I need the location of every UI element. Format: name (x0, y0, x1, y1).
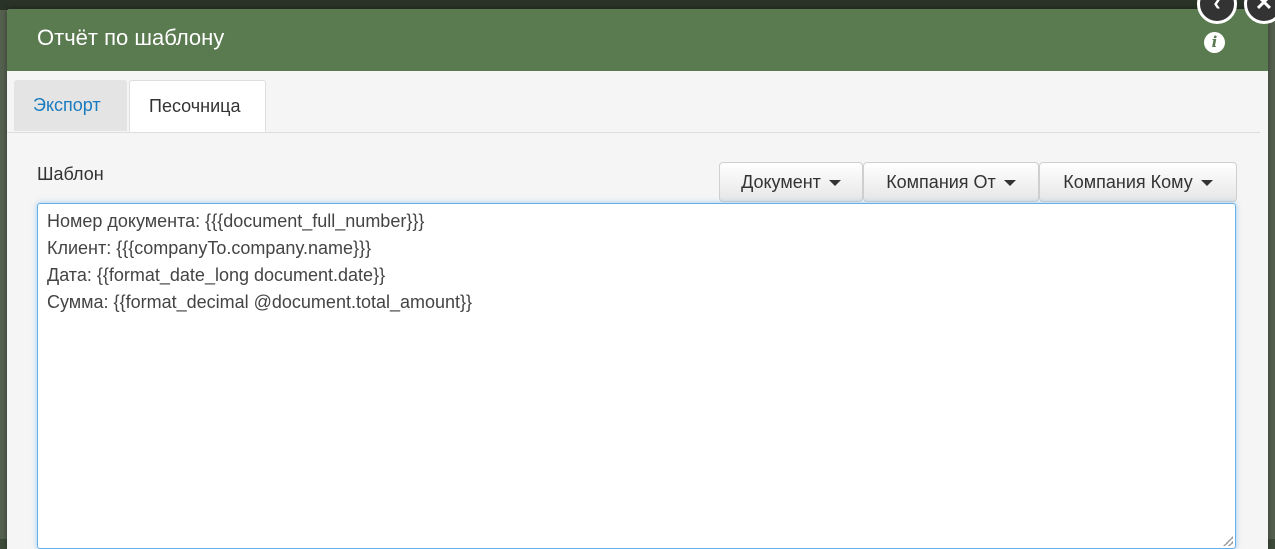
template-label: Шаблон (37, 164, 104, 184)
company-to-dropdown-button[interactable]: Компания Кому (1039, 162, 1237, 202)
tab-sandbox[interactable]: Песочница (129, 80, 266, 132)
company-to-button-label: Компания Кому (1063, 172, 1193, 192)
tab-bar: Экспорт Песочница (7, 80, 1260, 133)
template-textarea[interactable]: Номер документа: {{{document_full_number… (37, 203, 1236, 549)
dialog-title: Отчёт по шаблону (37, 25, 225, 50)
tab-export[interactable]: Экспорт (14, 80, 127, 131)
template-line: Клиент: {{{companyTo.company.name}}} (47, 238, 372, 258)
resize-handle[interactable] (1223, 536, 1233, 546)
dialog-header: Отчёт по шаблону i (7, 9, 1268, 71)
caret-down-icon (828, 180, 841, 187)
template-line: Номер документа: {{{document_full_number… (47, 211, 425, 231)
company-from-button-label: Компания От (886, 172, 996, 192)
caret-down-icon (1200, 180, 1213, 187)
report-template-dialog: Отчёт по шаблону i Экспорт Песочница Шаб… (7, 9, 1268, 549)
caret-down-icon (1003, 180, 1016, 187)
document-dropdown-button[interactable]: Документ (719, 162, 863, 202)
template-line: Дата: {{format_date_long document.date}} (47, 265, 386, 285)
info-icon[interactable]: i (1204, 32, 1225, 53)
company-from-dropdown-button[interactable]: Компания От (863, 162, 1039, 202)
template-line: Сумма: {{format_decimal @document.total_… (47, 292, 473, 312)
document-button-label: Документ (741, 172, 821, 192)
